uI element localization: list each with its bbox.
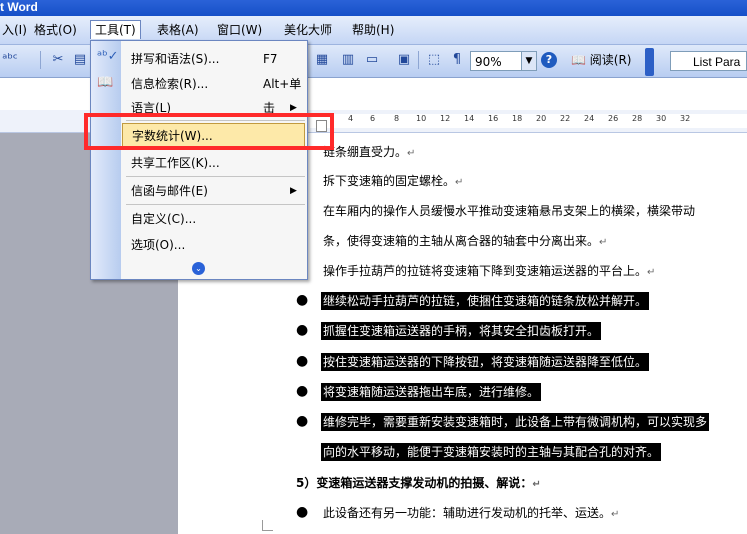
drawing-icon[interactable]: ▭ — [362, 50, 382, 70]
menu-item-options[interactable]: 选项(O)... — [122, 233, 305, 257]
ruler-tick: 12 — [440, 114, 451, 123]
ruler-tick: 16 — [488, 114, 499, 123]
menu-item-research[interactable]: 信息检索(R)... Alt+单击 — [122, 72, 305, 115]
ruler-tick: 32 — [680, 114, 691, 123]
toolbar-separator — [418, 51, 419, 69]
table-icon[interactable]: ▦ — [312, 50, 332, 70]
ruler-tick: 26 — [608, 114, 619, 123]
bullet-icon: ● — [296, 322, 309, 338]
ruler-tick: 10 — [416, 114, 427, 123]
ruler-tick: 24 — [584, 114, 595, 123]
zoom-icon[interactable]: ⬚ — [424, 50, 444, 70]
bullet-icon: ● — [296, 504, 309, 520]
zoom-select[interactable]: 90% — [470, 51, 522, 71]
para-mark-icon[interactable]: ¶ — [447, 50, 467, 70]
menu-help[interactable]: 帮助(H) — [348, 21, 398, 39]
doc-line-selected: 将变速箱随运送器拖出车底，进行维修。 — [321, 383, 542, 401]
ruler-tick: 28 — [632, 114, 643, 123]
style-select[interactable]: List Para — [670, 51, 747, 71]
ruler-tick: 30 — [656, 114, 667, 123]
bullet-icon: ● — [296, 413, 309, 429]
menu-item-spelling[interactable]: 拼写和语法(S)... F7 — [122, 47, 305, 71]
menu-item-shared-workspace[interactable]: 共享工作区(K)... — [122, 151, 305, 175]
cut-icon[interactable]: ✂ — [48, 50, 68, 70]
doc-line: 拆下变速箱的固定螺栓。↵ — [323, 174, 464, 188]
doc-line: 条，使得变速箱的主轴从离合器的轴套中分离出来。↵ — [323, 234, 608, 248]
menu-format[interactable]: 格式(O) — [30, 21, 81, 39]
research-icon: 📖 — [97, 75, 114, 90]
doc-line: 操作手拉葫芦的拉链将变速箱下降到变速箱运送器的平台上。↵ — [323, 264, 656, 278]
ruler-tick: 4 — [348, 114, 354, 123]
doc-map-icon[interactable]: ▣ — [394, 50, 414, 70]
menu-beautify[interactable]: 美化大师 — [280, 21, 336, 39]
bullet-icon: ● — [296, 292, 309, 308]
submenu-arrow-icon: ▶ — [290, 186, 297, 196]
doc-line-selected: 按住变速箱运送器的下降按钮，将变速箱随运送器降至低位。 — [321, 353, 650, 371]
spellcheck-icon[interactable]: ᵃᵇᶜ — [0, 50, 20, 70]
title-bar: t Word — [0, 0, 747, 16]
spellcheck-icon: ᵃᵇ✓ — [97, 49, 119, 64]
menu-window[interactable]: 窗口(W) — [213, 21, 266, 39]
chevron-down-icon[interactable]: ▼ — [521, 51, 537, 71]
ruler-tick: 14 — [464, 114, 475, 123]
window-title: t Word — [0, 0, 38, 14]
read-icon: 📖 — [571, 53, 586, 67]
read-label: 阅读(R) — [589, 53, 632, 67]
ruler-tick: 18 — [512, 114, 523, 123]
doc-line-selected: 向的水平移动，能便于变速箱安装时的主轴与其配合孔的对齐。 — [321, 443, 662, 461]
menu-item-customize[interactable]: 自定义(C)... — [122, 207, 305, 231]
ruler-tick: 20 — [536, 114, 547, 123]
menu-insert[interactable]: 入(I) — [0, 21, 31, 39]
columns-icon[interactable]: ▥ — [338, 50, 358, 70]
tools-menu: ᵃᵇ✓ 📖 拼写和语法(S)... F7 信息检索(R)... Alt+单击 语言(… — [90, 40, 308, 280]
bullet-icon: ● — [296, 353, 309, 369]
menu-table[interactable]: 表格(A) — [153, 21, 203, 39]
doc-line-selected: 维修完毕，需要重新安装变速箱时，此设备上带有微调机构，可以实现多 — [321, 413, 710, 431]
menu-separator — [126, 176, 305, 177]
margin-corner-mark — [262, 520, 273, 531]
highlight-annotation — [84, 113, 334, 150]
ruler-tick: 8 — [394, 114, 400, 123]
bullet-icon: ● — [296, 383, 309, 399]
paste-icon[interactable]: ▤ — [70, 50, 90, 70]
ruler-tick: 22 — [560, 114, 571, 123]
doc-line: 链条绷直受力。↵ — [323, 145, 416, 159]
doc-line: 在车厢内的操作人员缓慢水平推动变速箱悬吊支架上的横梁，横梁带动 — [323, 204, 696, 218]
toolbar-separator — [40, 51, 41, 69]
toolbar-grip[interactable] — [645, 48, 654, 76]
expand-more-icon[interactable]: ⌄ — [192, 262, 205, 275]
menu-separator — [126, 204, 305, 205]
menu-item-letters-mailings[interactable]: 信函与邮件(E) ▶ — [122, 179, 305, 203]
menu-tools[interactable]: 工具(T) — [90, 20, 141, 39]
doc-line-selected: 继续松动手拉葫芦的拉链，使捆住变速箱的链条放松并解开。 — [321, 292, 650, 310]
doc-line: 此设备还有另一功能：辅助进行发动机的托举、运送。↵ — [323, 506, 620, 520]
doc-line-selected: 抓握住变速箱运送器的手柄，将其安全扣齿板打开。 — [321, 322, 602, 340]
help-icon[interactable]: ? — [541, 52, 557, 68]
read-button[interactable]: 📖 阅读(R) — [568, 50, 634, 70]
section-heading: 5）变速箱运送器支撑发动机的拍摄、解说：↵ — [296, 476, 541, 490]
ruler-tick: 6 — [370, 114, 376, 123]
